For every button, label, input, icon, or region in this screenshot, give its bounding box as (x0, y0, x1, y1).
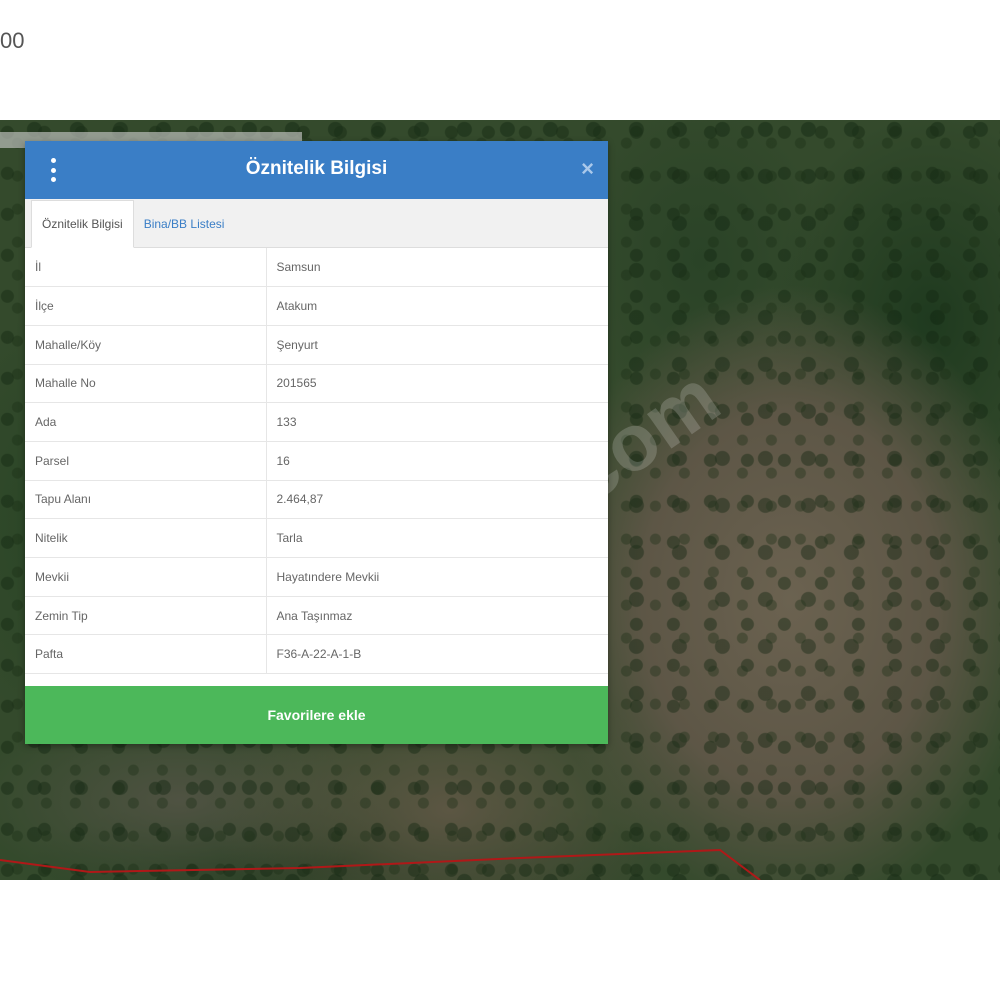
row-key: İl (25, 248, 267, 288)
row-value: Şenyurt (266, 325, 608, 365)
row-key: Ada (25, 402, 267, 442)
row-key: Mahalle/Köy (25, 325, 267, 365)
table-row: Mahalle/Köy Şenyurt (25, 325, 608, 365)
tab-building-list[interactable]: Bina/BB Listesi (134, 201, 235, 247)
row-key: Parsel (25, 441, 267, 481)
table-row: Parsel 16 (25, 441, 608, 481)
row-key: Mevkii (25, 557, 267, 597)
panel-tabs: Öznitelik Bilgisi Bina/BB Listesi (25, 199, 608, 248)
attribute-table: İl Samsun İlçe Atakum Mahalle/Köy Şenyur… (25, 248, 608, 675)
tab-attribute-info[interactable]: Öznitelik Bilgisi (31, 200, 134, 248)
row-key: Zemin Tip (25, 596, 267, 636)
attribute-panel: Öznitelik Bilgisi × Öznitelik Bilgisi Bi… (25, 141, 608, 744)
table-row: Pafta F36-A-22-A-1-B (25, 634, 608, 675)
row-value: F36-A-22-A-1-B (266, 634, 608, 675)
row-key: Tapu Alanı (25, 480, 267, 520)
row-value: Samsun (266, 248, 608, 288)
row-value: 2.464,87 (266, 480, 608, 520)
corner-text: 00 (0, 28, 25, 53)
panel-title: Öznitelik Bilgisi (245, 158, 388, 179)
table-row: Mahalle No 201565 (25, 364, 608, 404)
row-value: Ana Taşınmaz (266, 596, 608, 636)
table-row: Nitelik Tarla (25, 518, 608, 558)
table-row: İlçe Atakum (25, 286, 608, 326)
row-key: Mahalle No (25, 364, 267, 404)
table-row: Tapu Alanı 2.464,87 (25, 480, 608, 520)
row-value: 133 (266, 402, 608, 442)
add-to-favorites-button[interactable]: Favorilere ekle (25, 686, 608, 744)
row-key: İlçe (25, 286, 267, 326)
row-key: Nitelik (25, 518, 267, 558)
table-row: Zemin Tip Ana Taşınmaz (25, 596, 608, 636)
row-value: Tarla (266, 518, 608, 558)
table-row: Mevkii Hayatındere Mevkii (25, 557, 608, 597)
row-value: Atakum (266, 286, 608, 326)
row-value: 201565 (266, 364, 608, 404)
table-row: Ada 133 (25, 402, 608, 442)
panel-header: Öznitelik Bilgisi × (25, 141, 608, 199)
close-icon[interactable]: × (581, 156, 594, 182)
row-value: 16 (266, 441, 608, 481)
table-row: İl Samsun (25, 248, 608, 288)
row-key: Pafta (25, 634, 267, 675)
row-value: Hayatındere Mevkii (266, 557, 608, 597)
